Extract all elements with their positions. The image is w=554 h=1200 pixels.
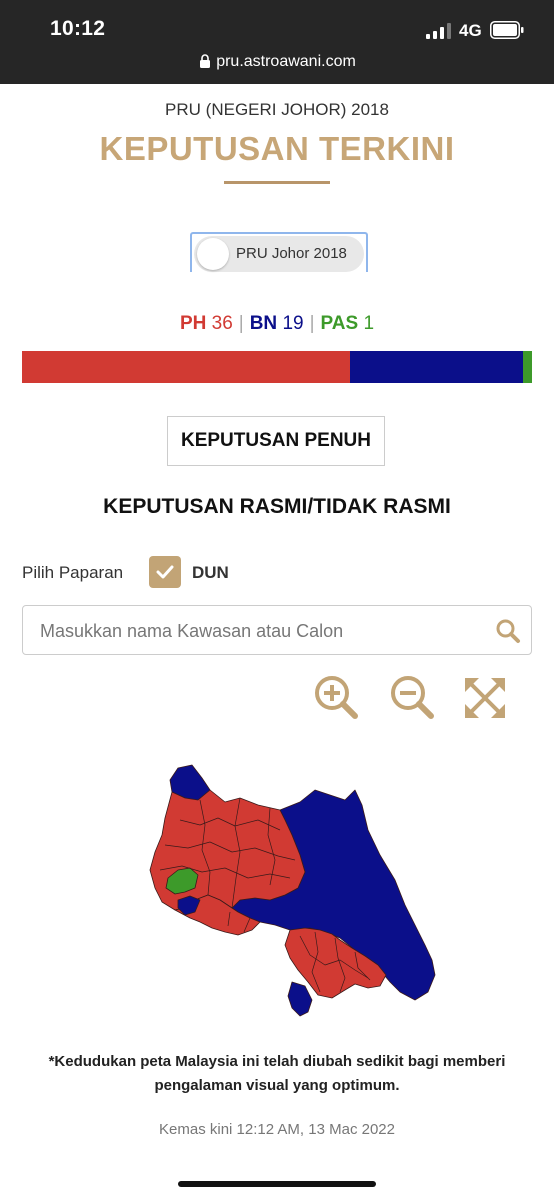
view-selector-label: Pilih Paparan — [22, 563, 124, 582]
network-type: 4G — [459, 21, 482, 40]
seat-bar-bn — [349, 351, 523, 383]
home-indicator — [178, 1181, 376, 1187]
separator: | — [238, 313, 244, 334]
party-bn: BN 19 — [249, 313, 304, 334]
seat-bar-ph — [22, 351, 350, 383]
map-disclaimer: *Kedudukan peta Malaysia ini telah diuba… — [48, 1053, 506, 1094]
johor-results-map[interactable] — [140, 760, 440, 1020]
fullscreen-icon[interactable] — [463, 676, 507, 720]
search-input[interactable] — [38, 616, 482, 646]
title-divider — [224, 181, 330, 184]
seat-bar — [22, 351, 532, 383]
full-results-button[interactable]: KEPUTUSAN PENUH — [167, 416, 385, 466]
zoom-in-icon[interactable] — [313, 674, 359, 720]
separator: | — [309, 313, 315, 334]
map-region-bn-south[interactable] — [287, 981, 313, 1017]
check-icon — [156, 565, 174, 579]
dun-option-label: DUN — [192, 563, 229, 582]
battery-icon — [490, 21, 524, 39]
status-bar: 10:12 4G pru.astroawani.com — [0, 0, 554, 84]
lock-icon — [200, 54, 211, 68]
section-title: KEPUTUSAN RASMI/TIDAK RASMI — [103, 495, 451, 518]
party-ph: PH 36 — [179, 313, 233, 334]
last-updated: Kemas kini 12:12 AM, 13 Mac 2022 — [159, 1121, 395, 1138]
dun-checkbox[interactable] — [149, 556, 181, 588]
signal-icon — [426, 23, 451, 39]
url-text: pru.astroawani.com — [216, 53, 356, 70]
toggle-knob[interactable] — [197, 238, 229, 270]
page-title: KEPUTUSAN TERKINI — [99, 130, 455, 167]
search-icon[interactable] — [495, 618, 521, 644]
seat-bar-pas — [522, 351, 532, 383]
party-pas: PAS 1 — [320, 313, 375, 334]
address-bar[interactable]: pru.astroawani.com — [0, 53, 554, 71]
clock: 10:12 — [50, 17, 106, 40]
ph-seat-count: 36 — [211, 313, 233, 334]
search-box — [22, 605, 532, 655]
seat-summary: PH 36 | BN 19 | PAS 1 — [0, 313, 554, 335]
bn-seat-count: 19 — [282, 313, 304, 334]
zoom-out-icon[interactable] — [389, 674, 435, 720]
pas-seat-count: 1 — [363, 313, 375, 334]
page-subtitle: PRU (NEGERI JOHOR) 2018 — [165, 100, 389, 119]
election-toggle-label: PRU Johor 2018 — [236, 245, 347, 262]
